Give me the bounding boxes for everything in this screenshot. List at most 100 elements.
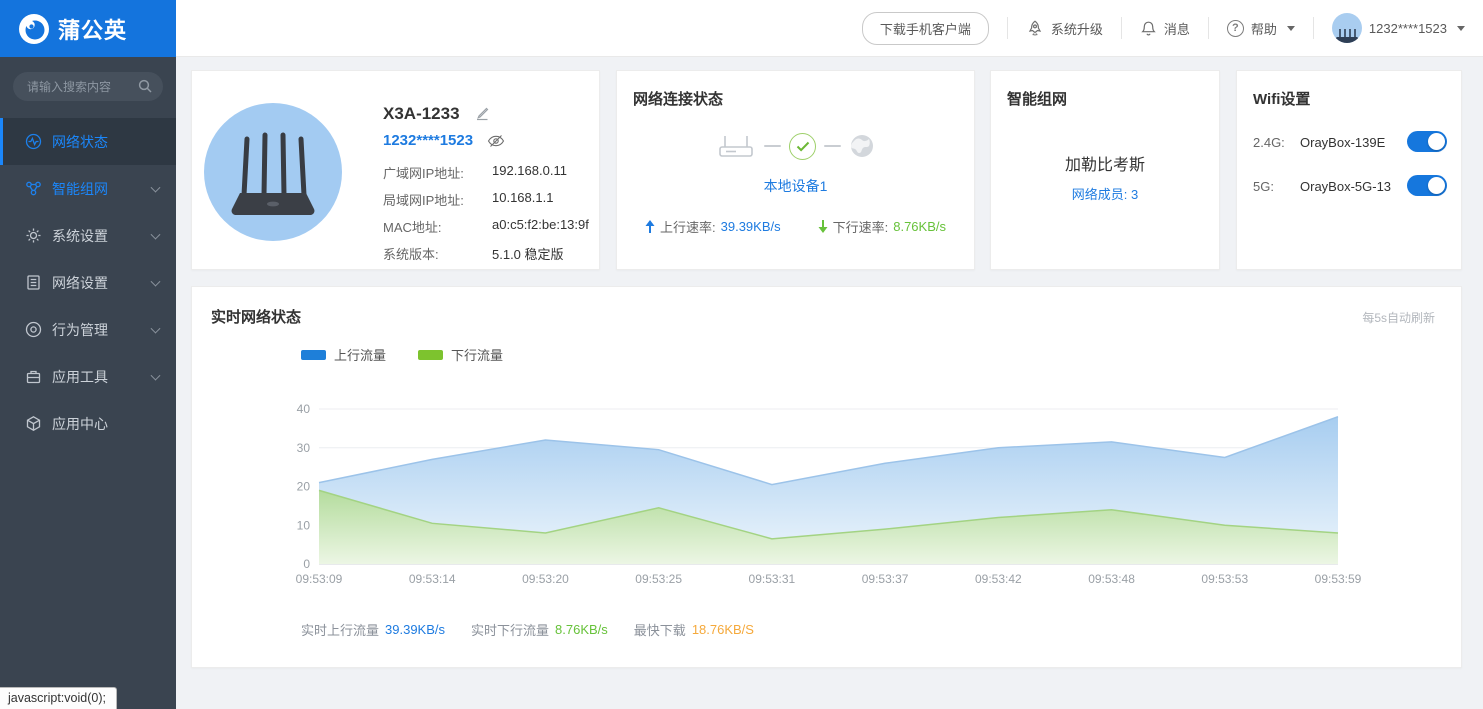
chevron-down-icon	[151, 229, 161, 239]
wifi-24g-toggle[interactable]	[1407, 131, 1447, 152]
dandelion-logo-icon	[19, 14, 49, 44]
stat-fastest: 最快下载 18.76KB/S	[634, 620, 754, 639]
realtime-network-card: 01020304009:53:0909:53:1409:53:2009:53:2…	[191, 286, 1462, 668]
svg-text:09:53:20: 09:53:20	[522, 572, 569, 586]
svg-text:09:53:09: 09:53:09	[296, 572, 343, 586]
header-divider	[1208, 17, 1209, 39]
globe-icon	[849, 133, 875, 159]
gear-icon	[25, 227, 42, 244]
svg-text:20: 20	[297, 480, 311, 494]
chevron-down-icon	[151, 370, 161, 380]
search-icon[interactable]	[137, 78, 153, 94]
wifi-5g-toggle[interactable]	[1407, 175, 1447, 196]
svg-text:09:53:31: 09:53:31	[749, 572, 796, 586]
upload-speed: 上行速率: 39.39KB/s	[645, 217, 781, 236]
chevron-down-icon	[151, 276, 161, 286]
local-device-link[interactable]: 本地设备1	[633, 176, 958, 196]
arrow-up-icon	[645, 220, 655, 233]
sidebar-item-label: 系统设置	[52, 226, 108, 246]
smart-networking-card: 智能组网 加勒比考斯 网络成员: 3	[990, 70, 1220, 270]
svg-text:09:53:59: 09:53:59	[1315, 572, 1362, 586]
legend-swatch-green	[418, 350, 443, 360]
device-info-card: X3A-1233 1232****1523 广域网IP地址: 192.168.0…	[191, 70, 600, 270]
router-icon	[716, 131, 756, 161]
router-avatar	[1332, 13, 1362, 43]
connection-status-card: 网络连接状态 本地设备1 上行速率: 39.39KB/s 下行速	[616, 70, 975, 270]
sidebar-search	[13, 72, 163, 101]
check-circle-icon	[789, 133, 816, 160]
download-client-button[interactable]: 下载手机客户端	[862, 12, 989, 45]
sidebar-item-app-center[interactable]: 应用中心	[0, 400, 176, 447]
toolbox-icon	[25, 368, 42, 385]
eye-off-icon[interactable]	[487, 134, 505, 148]
lan-ip: 10.168.1.1	[492, 190, 589, 209]
wan-ip: 192.168.0.11	[492, 163, 589, 182]
messages-button[interactable]: 消息	[1140, 19, 1190, 38]
mesh-network-icon	[25, 180, 42, 197]
chart-stats: 实时上行流量 39.39KB/s 实时下行流量 8.76KB/s 最快下载 18…	[301, 620, 754, 639]
bell-icon	[1140, 20, 1157, 37]
svg-text:09:53:25: 09:53:25	[635, 572, 682, 586]
router-photo	[204, 103, 342, 241]
sidebar-item-label: 智能组网	[52, 179, 108, 199]
device-model: X3A-1233	[383, 104, 460, 124]
help-menu[interactable]: ? 帮助	[1227, 19, 1295, 38]
browser-status-text: javascript:void(0);	[0, 687, 117, 709]
header-divider	[1121, 17, 1122, 39]
document-icon	[25, 274, 42, 291]
sidebar-item-behavior-management[interactable]: 行为管理	[0, 306, 176, 353]
sidebar-item-app-tools[interactable]: 应用工具	[0, 353, 176, 400]
device-detail-list: 广域网IP地址: 192.168.0.11 局域网IP地址: 10.168.1.…	[383, 163, 589, 263]
svg-text:09:53:53: 09:53:53	[1201, 572, 1248, 586]
account-menu[interactable]: 1232****1523	[1332, 13, 1465, 43]
account-id: 1232****1523	[1369, 21, 1447, 36]
sidebar-item-network-settings[interactable]: 网络设置	[0, 259, 176, 306]
mac-address: a0:c5:f2:be:13:9f	[492, 217, 589, 236]
sidebar-item-smart-networking[interactable]: 智能组网	[0, 165, 176, 212]
chevron-down-icon	[151, 323, 161, 333]
sidebar-item-label: 行为管理	[52, 320, 108, 340]
svg-text:40: 40	[297, 402, 311, 416]
sidebar-item-system-settings[interactable]: 系统设置	[0, 212, 176, 259]
card-title: 网络连接状态	[633, 88, 958, 109]
sidebar: 蒲公英 网络状态 智能组网	[0, 0, 176, 709]
chart-title: 实时网络状态	[211, 306, 301, 327]
mesh-network-name: 加勒比考斯	[1007, 151, 1203, 175]
ssid-24g: OrayBox-139E	[1300, 135, 1412, 150]
sidebar-item-label: 网络设置	[52, 273, 108, 293]
legend-download[interactable]: 下行流量	[418, 345, 503, 364]
wifi-settings-card: Wifi设置 2.4G: OrayBox-139E 5G: OrayBox-5G…	[1236, 70, 1462, 270]
system-upgrade-button[interactable]: 系统升级	[1026, 19, 1103, 38]
top-header: 下载手机客户端 系统升级 消息 ? 帮助 1232****15	[176, 0, 1483, 57]
link-dash	[764, 145, 781, 147]
sidebar-menu: 网络状态 智能组网 系统设置	[0, 118, 176, 447]
stat-upload: 实时上行流量 39.39KB/s	[301, 620, 445, 639]
brand-logo[interactable]: 蒲公英	[0, 0, 176, 57]
edit-pencil-icon[interactable]	[474, 106, 490, 122]
card-title: 智能组网	[1007, 88, 1203, 109]
cube-icon	[25, 415, 42, 432]
device-sn: 1232****1523	[383, 132, 473, 149]
download-speed: 下行速率: 8.76KB/s	[818, 217, 946, 236]
rocket-icon	[1026, 19, 1044, 37]
refresh-note: 每5s自动刷新	[1362, 309, 1435, 326]
sidebar-item-label: 应用中心	[52, 414, 108, 434]
svg-text:09:53:42: 09:53:42	[975, 572, 1022, 586]
legend-upload[interactable]: 上行流量	[301, 345, 386, 364]
connection-diagram	[633, 131, 958, 161]
svg-text:09:53:37: 09:53:37	[862, 572, 909, 586]
caret-down-icon	[1457, 26, 1465, 31]
chevron-down-icon	[151, 182, 161, 192]
svg-text:10: 10	[297, 518, 311, 532]
link-dash	[824, 145, 841, 147]
svg-text:09:53:48: 09:53:48	[1088, 572, 1135, 586]
wifi-row-5g: 5G: OrayBox-5G-13	[1253, 175, 1445, 197]
stat-download: 实时下行流量 8.76KB/s	[471, 620, 608, 639]
sidebar-item-label: 网络状态	[52, 132, 108, 152]
header-divider	[1313, 17, 1314, 39]
sidebar-item-label: 应用工具	[52, 367, 108, 387]
network-members-link[interactable]: 网络成员: 3	[1007, 184, 1203, 203]
sidebar-item-network-status[interactable]: 网络状态	[0, 118, 176, 165]
svg-text:09:53:14: 09:53:14	[409, 572, 456, 586]
question-icon: ?	[1227, 20, 1244, 37]
